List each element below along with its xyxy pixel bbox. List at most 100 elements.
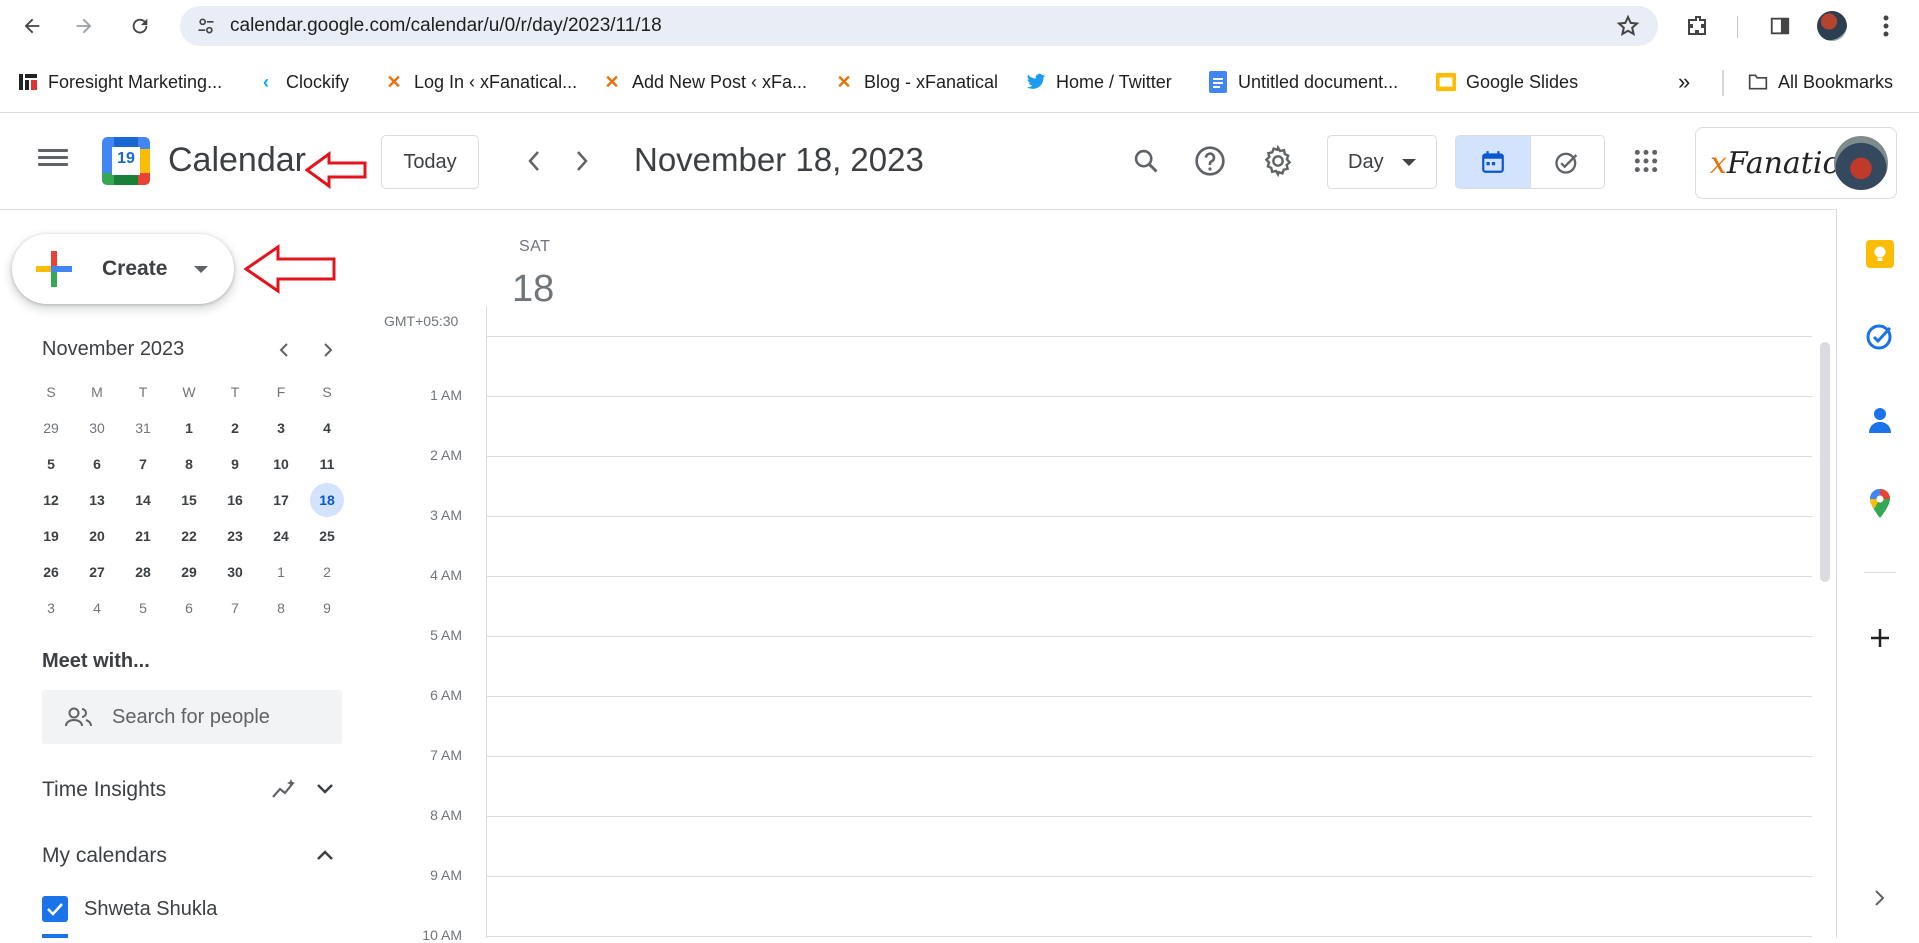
main-menu-icon[interactable] — [38, 145, 68, 175]
bookmark-slides[interactable]: Google Slides — [1436, 62, 1578, 102]
menu-icon[interactable] — [1870, 10, 1902, 42]
mini-day[interactable]: 26 — [28, 554, 74, 590]
mini-day[interactable]: 3 — [28, 590, 74, 626]
search-people-input[interactable]: Search for people — [42, 690, 342, 744]
extensions-icon[interactable] — [1682, 10, 1714, 42]
mini-day[interactable]: 29 — [28, 410, 74, 446]
mini-day[interactable]: 27 — [74, 554, 120, 590]
chevron-up-icon[interactable] — [310, 840, 340, 870]
bookmark-login-xfanatical[interactable]: ✕ Log In ‹ xFanatical... — [384, 62, 577, 102]
previous-day-icon[interactable] — [516, 143, 552, 179]
hour-line[interactable] — [486, 696, 1812, 697]
mini-day[interactable]: 6 — [166, 590, 212, 626]
mini-day[interactable]: 8 — [258, 590, 304, 626]
time-insights-heading[interactable]: Time Insights — [42, 778, 166, 802]
mini-day[interactable]: 30 — [212, 554, 258, 590]
mini-day[interactable]: 2 — [304, 554, 350, 590]
mini-day[interactable]: 3 — [258, 410, 304, 446]
side-panel-icon[interactable] — [1764, 10, 1796, 42]
address-bar[interactable]: calendar.google.com/calendar/u/0/r/day/2… — [180, 6, 1658, 46]
calendar-logo[interactable]: 19 — [102, 137, 150, 185]
hour-line[interactable] — [486, 576, 1812, 577]
mini-day[interactable]: 8 — [166, 446, 212, 482]
mini-day[interactable]: 7 — [120, 446, 166, 482]
mini-day[interactable]: 9 — [212, 446, 258, 482]
view-selector-button[interactable]: Day — [1327, 135, 1437, 189]
organization-brand-logo[interactable]: xFanatical — [1695, 127, 1897, 199]
create-button[interactable]: Create — [12, 234, 234, 304]
add-icon[interactable] — [1864, 622, 1896, 654]
mini-prev-month-icon[interactable] — [270, 336, 298, 364]
mini-day[interactable]: 4 — [304, 410, 350, 446]
tasks-view-icon[interactable] — [1531, 136, 1605, 188]
mini-day[interactable]: 12 — [28, 482, 74, 518]
chevron-down-icon[interactable] — [310, 774, 340, 804]
hour-line[interactable] — [486, 876, 1812, 877]
scrollbar-thumb[interactable] — [1820, 342, 1830, 582]
mini-day[interactable]: 2 — [212, 410, 258, 446]
my-calendars-heading[interactable]: My calendars — [42, 844, 167, 868]
mini-next-month-icon[interactable] — [314, 336, 342, 364]
mini-day[interactable]: 1 — [258, 554, 304, 590]
mini-day[interactable]: 15 — [166, 482, 212, 518]
mini-day[interactable]: 31 — [120, 410, 166, 446]
mini-day[interactable]: 6 — [74, 446, 120, 482]
back-icon[interactable] — [16, 10, 48, 42]
calendar-view-icon[interactable] — [1456, 136, 1531, 188]
calendar-checkbox[interactable] — [42, 896, 68, 922]
bookmark-clockify[interactable]: ‹ Clockify — [256, 62, 349, 102]
keep-icon[interactable] — [1864, 238, 1896, 270]
mini-day[interactable]: 29 — [166, 554, 212, 590]
mini-day[interactable]: 1 — [166, 410, 212, 446]
next-day-icon[interactable] — [564, 143, 600, 179]
chevron-down-icon[interactable] — [194, 266, 208, 273]
search-icon[interactable] — [1128, 143, 1164, 179]
mini-day[interactable]: 20 — [74, 518, 120, 554]
mini-day[interactable]: 21 — [120, 518, 166, 554]
mini-day[interactable]: 25 — [304, 518, 350, 554]
hour-line[interactable] — [486, 816, 1812, 817]
mini-day[interactable]: 10 — [258, 446, 304, 482]
mini-day-selected[interactable]: 18 — [304, 482, 350, 518]
mini-day[interactable]: 9 — [304, 590, 350, 626]
mini-day[interactable]: 7 — [212, 590, 258, 626]
calendar-checkbox-partial[interactable] — [42, 934, 68, 938]
settings-gear-icon[interactable] — [1260, 143, 1296, 179]
calendar-list-item[interactable]: Shweta Shukla — [42, 896, 217, 922]
insights-sparkle-icon[interactable] — [270, 774, 300, 804]
mini-day[interactable]: 19 — [28, 518, 74, 554]
hour-line[interactable] — [486, 636, 1812, 637]
bookmark-twitter[interactable]: Home / Twitter — [1026, 62, 1172, 102]
expand-panel-icon[interactable] — [1864, 882, 1896, 914]
hour-line[interactable] — [486, 756, 1812, 757]
mini-day[interactable]: 5 — [120, 590, 166, 626]
bookmark-docs[interactable]: Untitled document... — [1208, 62, 1398, 102]
site-settings-icon[interactable] — [194, 14, 218, 38]
bookmarks-overflow-button[interactable]: » — [1678, 62, 1690, 102]
bookmark-foresight[interactable]: Foresight Marketing... — [18, 62, 222, 102]
mini-day[interactable]: 13 — [74, 482, 120, 518]
bookmark-add-new-post[interactable]: ✕ Add New Post ‹ xFa... — [602, 62, 807, 102]
hour-line[interactable] — [486, 396, 1812, 397]
mini-day[interactable]: 30 — [74, 410, 120, 446]
hour-line[interactable] — [486, 936, 1812, 937]
help-icon[interactable] — [1192, 143, 1228, 179]
bookmark-blog[interactable]: ✕ Blog - xFanatical — [834, 62, 998, 102]
mini-day[interactable]: 22 — [166, 518, 212, 554]
hour-line[interactable] — [486, 456, 1812, 457]
today-button[interactable]: Today — [381, 135, 479, 189]
profile-avatar[interactable] — [1816, 10, 1848, 42]
mini-day[interactable]: 11 — [304, 446, 350, 482]
day-number[interactable]: 18 — [512, 268, 554, 311]
hour-line[interactable] — [486, 516, 1812, 517]
reload-icon[interactable] — [124, 10, 156, 42]
mini-day[interactable]: 5 — [28, 446, 74, 482]
mini-day[interactable]: 14 — [120, 482, 166, 518]
all-bookmarks-button[interactable]: All Bookmarks — [1748, 62, 1893, 102]
maps-icon[interactable] — [1864, 488, 1896, 520]
forward-icon[interactable] — [68, 10, 100, 42]
contacts-icon[interactable] — [1864, 404, 1896, 436]
mini-day[interactable]: 16 — [212, 482, 258, 518]
mini-day[interactable]: 17 — [258, 482, 304, 518]
mini-day[interactable]: 24 — [258, 518, 304, 554]
